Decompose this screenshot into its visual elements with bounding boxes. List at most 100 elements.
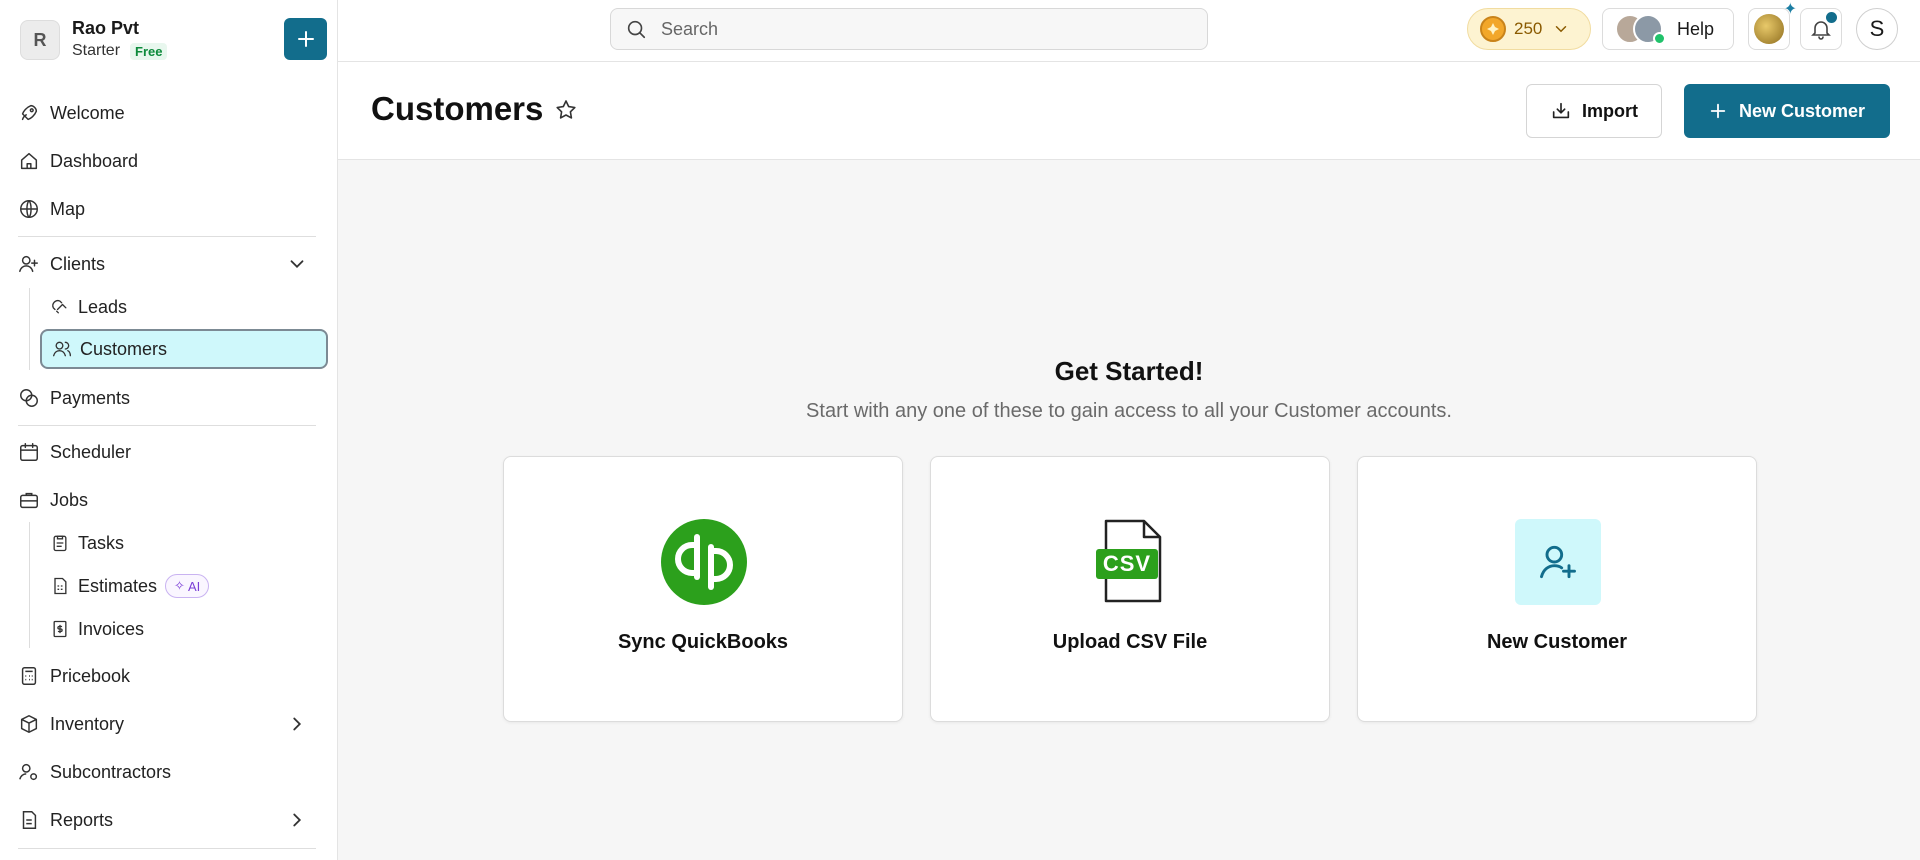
search-input[interactable] [661, 18, 1181, 40]
import-button[interactable]: Import [1526, 84, 1662, 138]
coin-icon [1480, 16, 1506, 42]
org-avatar: R [20, 20, 60, 60]
search-icon [627, 20, 646, 39]
whats-new-button[interactable]: ✦ [1748, 1, 1797, 50]
quickbooks-icon [661, 519, 747, 605]
nav-item-pricebook[interactable]: Pricebook [18, 658, 130, 694]
nav-label: Payments [50, 387, 131, 408]
nav-item-payments[interactable]: Payments [18, 380, 130, 416]
org-plan: Starter Free [72, 42, 168, 60]
nav-item-dashboard[interactable]: Dashboard [18, 143, 138, 179]
new-customer-card[interactable]: New Customer [1357, 456, 1757, 722]
help-button[interactable]: Help [1602, 8, 1734, 50]
csv-icon-text: CSV [1102, 551, 1152, 576]
calculator-icon [21, 667, 37, 685]
notification-dot [1826, 12, 1837, 23]
nav-label: Leads [78, 296, 128, 317]
chevron-down-icon [290, 260, 304, 269]
nav-item-subcontractors[interactable]: Subcontractors [18, 754, 171, 790]
sparkle-icon: ✦ [1783, 1, 1797, 18]
briefcase-icon [20, 492, 38, 509]
nav-label: Customers [80, 338, 168, 359]
plus-icon [297, 31, 314, 47]
quick-add-button[interactable] [284, 18, 327, 60]
nav-item-map[interactable]: Map [18, 191, 85, 227]
rocket-icon [21, 104, 38, 121]
org-plan-label: Starter [72, 42, 121, 59]
nav-item-jobs[interactable]: Jobs [18, 482, 88, 518]
nav-label: Welcome [50, 102, 125, 123]
get-started-title: Get Started! [1054, 356, 1204, 386]
nav-item-clients[interactable]: Clients [18, 246, 318, 282]
nav-label: Reports [50, 809, 114, 830]
new-customer-button[interactable]: New Customer [1684, 84, 1890, 138]
user-gear-icon [19, 763, 38, 781]
card-label: Upload CSV File [1052, 631, 1208, 653]
nav-item-welcome[interactable]: Welcome [18, 95, 125, 131]
chevron-down-icon [1556, 26, 1567, 33]
users-icon [53, 341, 72, 357]
nav-label: Estimates [78, 575, 158, 596]
sidebar: R Rao Pvt Starter Free Welcome Dashboard… [0, 0, 338, 860]
get-started-subtitle: Start with any one of these to gain acce… [806, 400, 1452, 422]
user-plus-tile [1515, 519, 1601, 605]
nav-item-scheduler[interactable]: Scheduler [18, 434, 131, 470]
nav-item-inventory[interactable]: Inventory [18, 706, 318, 742]
card-label: New Customer [1486, 631, 1628, 653]
chevron-right-icon [293, 717, 302, 731]
import-label: Import [1582, 100, 1638, 121]
nav-label: Inventory [50, 713, 125, 734]
upload-csv-card[interactable]: CSV Upload CSV File [930, 456, 1330, 722]
plus-icon [1710, 103, 1726, 119]
page-header: Customers Import New Customer [338, 62, 1920, 160]
sparkle-icon: ✧ [174, 578, 185, 593]
nav-label: Dashboard [50, 150, 139, 171]
org-name: Rao Pvt [72, 18, 140, 38]
ai-badge: ✧ AI [165, 574, 210, 598]
card-label: Sync QuickBooks [617, 631, 789, 653]
user-plus-icon [19, 255, 38, 273]
tree-line [29, 288, 30, 370]
nav-item-customers[interactable]: Customers [40, 329, 328, 369]
nav-item-invoices[interactable]: Invoices [40, 609, 144, 649]
credits-dropdown[interactable]: 250 [1467, 8, 1591, 50]
chevron-right-icon [293, 813, 302, 827]
nav-item-tasks[interactable]: Tasks [40, 523, 124, 563]
nav-divider [18, 236, 316, 237]
credits-count: 250 [1514, 19, 1543, 38]
nav-item-reports[interactable]: Reports [18, 802, 318, 838]
nav-label: Pricebook [50, 665, 131, 686]
nav-label: Map [50, 198, 86, 219]
notifications-button[interactable] [1800, 8, 1842, 50]
calendar-icon [20, 443, 38, 461]
magnet-icon [52, 300, 67, 314]
globe-icon [20, 200, 38, 218]
clipboard-icon [53, 535, 67, 552]
page-title: Customers [371, 90, 544, 127]
nav-label: Subcontractors [50, 761, 172, 782]
plan-badge: Free [130, 42, 168, 60]
nav-divider [18, 848, 316, 849]
star-icon[interactable] [554, 98, 578, 122]
coins-icon [20, 389, 38, 407]
nav-label: Clients [50, 253, 106, 274]
download-tray-icon [1552, 102, 1570, 119]
ai-badge-label: AI [187, 578, 201, 594]
search-box[interactable] [610, 8, 1208, 50]
box-icon [20, 715, 38, 733]
help-label: Help [1677, 18, 1715, 39]
nav-divider [18, 425, 316, 426]
report-icon [22, 811, 37, 829]
sync-quickbooks-card[interactable]: Sync QuickBooks [503, 456, 903, 722]
user-avatar[interactable]: S [1856, 8, 1898, 50]
nav-label: Tasks [78, 532, 125, 553]
tree-line [29, 522, 30, 648]
document-icon [54, 577, 67, 595]
nav-item-leads[interactable]: Leads [40, 287, 127, 327]
new-customer-label: New Customer [1738, 100, 1866, 121]
nav-label: Scheduler [50, 441, 132, 462]
top-bar: 250 Help ✦ S [338, 0, 1920, 62]
nav-label: Jobs [50, 489, 89, 510]
nav-label: Invoices [78, 618, 145, 639]
nav-item-estimates[interactable]: Estimates ✧ AI [40, 566, 210, 606]
